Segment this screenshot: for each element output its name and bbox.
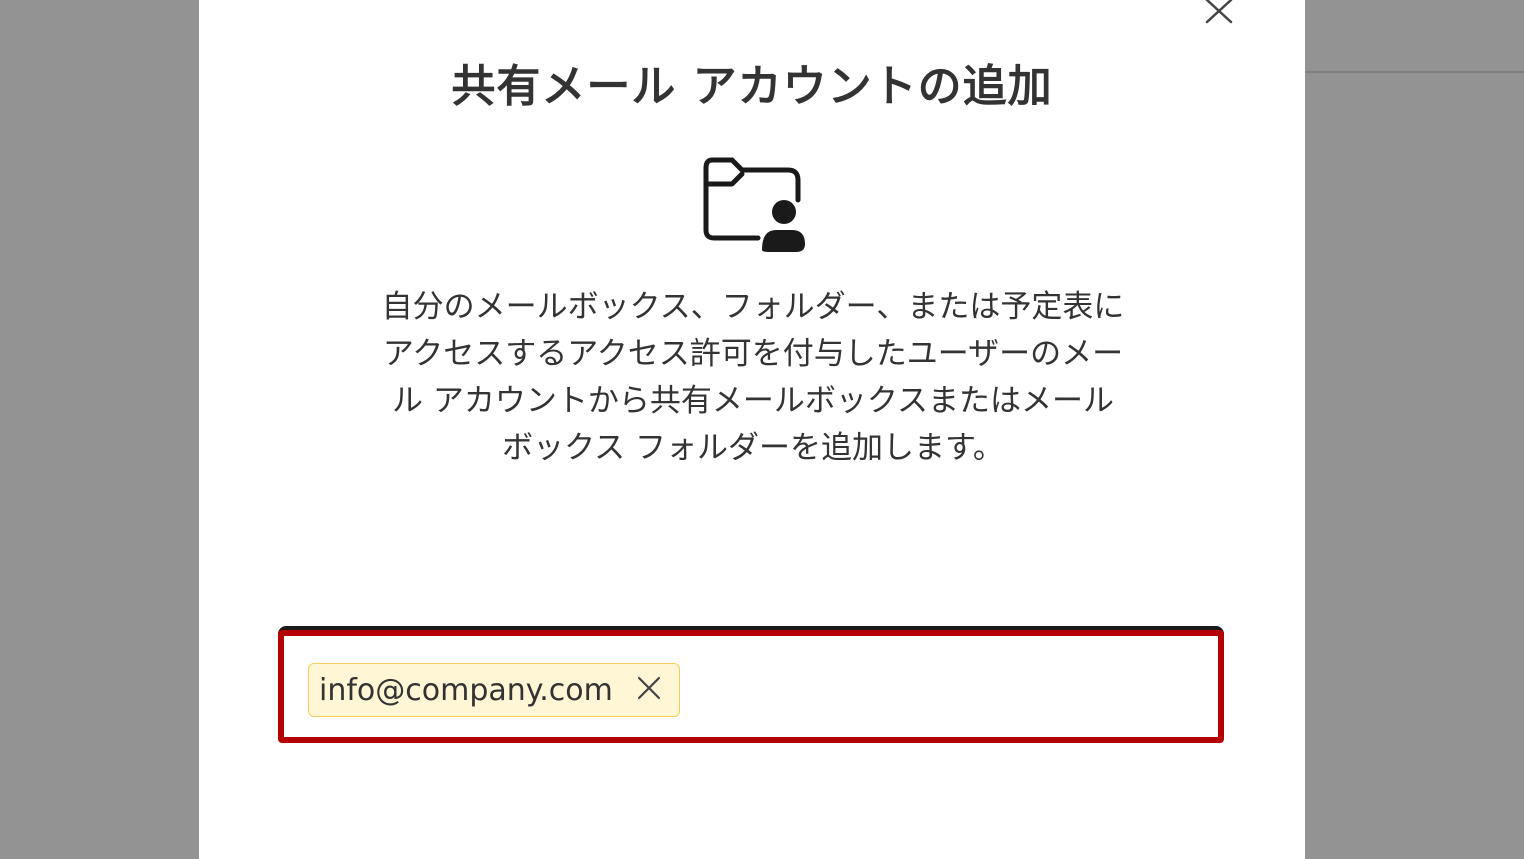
shared-folder-person-icon: [702, 156, 806, 254]
close-icon: [637, 676, 661, 704]
recipient-chip-label: info@company.com: [319, 672, 613, 708]
recipient-chip[interactable]: info@company.com: [308, 663, 680, 717]
close-icon: [1204, 0, 1234, 28]
dialog-description: 自分のメールボックス、フォルダー、または予定表にアクセスするアクセス許可を付与し…: [381, 289, 1125, 466]
remove-recipient-button[interactable]: [637, 676, 661, 704]
dialog-title: 共有メール アカウントの追加: [451, 61, 1053, 112]
close-dialog-button[interactable]: [1200, 0, 1238, 28]
shared-mailbox-input[interactable]: info@company.com: [278, 626, 1224, 743]
background-divider: [1305, 71, 1524, 73]
highlighted-input-area[interactable]: info@company.com: [278, 630, 1224, 743]
